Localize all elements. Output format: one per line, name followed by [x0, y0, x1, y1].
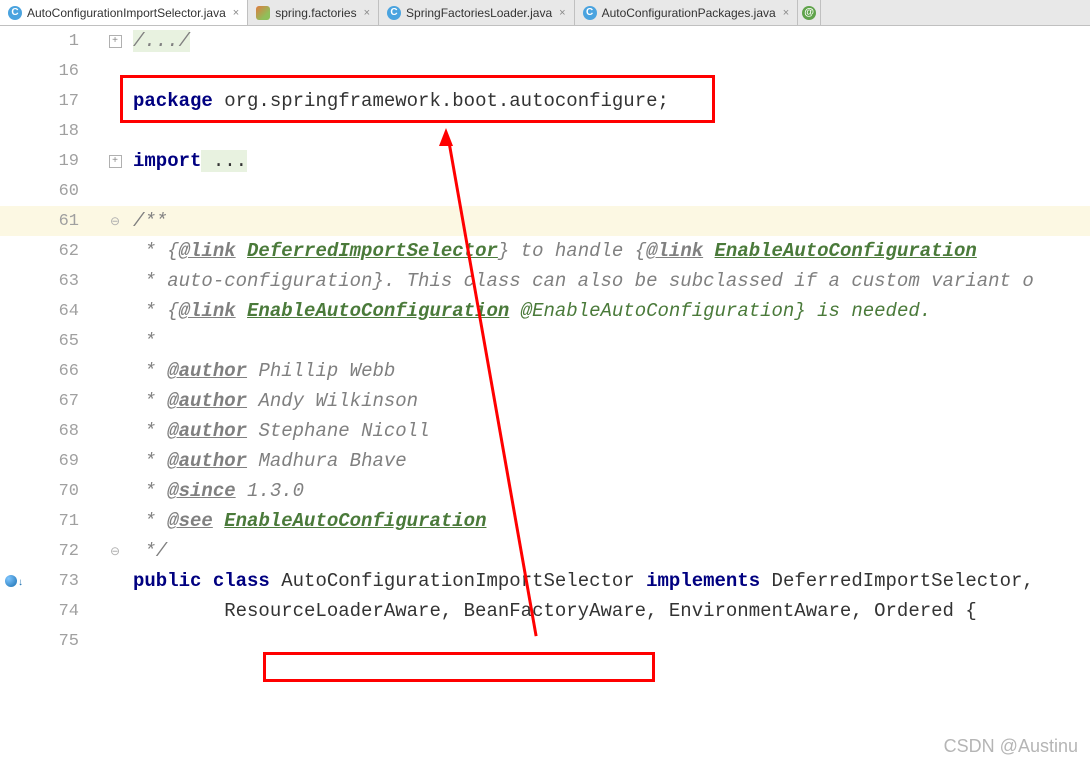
line-number: 63 — [22, 272, 97, 291]
tab-label: AutoConfigurationImportSelector.java — [27, 6, 226, 20]
code-line[interactable]: 60 — [0, 176, 1090, 206]
javadoc-author-tag: @author — [167, 390, 247, 412]
close-icon[interactable]: × — [231, 7, 239, 19]
code-line[interactable]: 71 * @see EnableAutoConfiguration — [0, 506, 1090, 536]
code-line[interactable]: 68 * @author Stephane Nicoll — [0, 416, 1090, 446]
javadoc-since-tag: @since — [167, 480, 235, 502]
fold-end-icon[interactable]: ⊖ — [108, 544, 122, 558]
package-name: org.springframework.boot.autoconfigure; — [213, 90, 669, 112]
line-number: 18 — [22, 122, 97, 141]
line-number: 73 — [22, 572, 97, 591]
javadoc-link[interactable]: EnableAutoConfiguration — [247, 300, 509, 322]
code-line[interactable]: ↓ 73 public class AutoConfigurationImpor… — [0, 566, 1090, 596]
tab-springfactoriesloader[interactable]: C SpringFactoriesLoader.java × — [379, 0, 575, 25]
code-line[interactable]: 62 * {@link DeferredImportSelector} to h… — [0, 236, 1090, 266]
fold-expand-icon[interactable]: + — [109, 35, 122, 48]
javadoc-end: */ — [133, 540, 167, 562]
javadoc-tag: @link — [179, 240, 236, 262]
class-name: AutoConfigurationImportSelector — [281, 570, 646, 592]
line-number: 1 — [22, 32, 97, 51]
code-line[interactable]: 63 * auto-configuration}. This class can… — [0, 266, 1090, 296]
line-number: 74 — [22, 602, 97, 621]
line-number: 16 — [22, 62, 97, 81]
code-line[interactable]: 61 ⊖ /** — [0, 206, 1090, 236]
code-line[interactable]: 18 — [0, 116, 1090, 146]
javadoc-tag: @link — [179, 300, 236, 322]
fold-expand-icon[interactable]: + — [109, 155, 122, 168]
close-icon[interactable]: × — [362, 7, 370, 19]
line-number: 68 — [22, 422, 97, 441]
code-editor[interactable]: 1 + /.../ 16 17 package org.springframew… — [0, 26, 1090, 763]
highlight-box-classname — [263, 652, 655, 682]
keyword-import: import — [133, 150, 201, 172]
code-line[interactable]: 69 * @author Madhura Bhave — [0, 446, 1090, 476]
line-number: 61 — [22, 212, 97, 231]
line-number: 67 — [22, 392, 97, 411]
tab-autoconfigurationpackages[interactable]: C AutoConfigurationPackages.java × — [575, 0, 799, 25]
line-number: 19 — [22, 152, 97, 171]
line-number: 69 — [22, 452, 97, 471]
javadoc-link[interactable]: EnableAutoConfiguration — [224, 510, 486, 532]
tab-spring-factories[interactable]: spring.factories × — [248, 0, 379, 25]
code-line[interactable]: 65 * — [0, 326, 1090, 356]
line-number: 62 — [22, 242, 97, 261]
fold-collapse-icon[interactable]: ⊖ — [108, 214, 122, 228]
line-number: 71 — [22, 512, 97, 531]
code-line[interactable]: 72 ⊖ */ — [0, 536, 1090, 566]
line-number: 66 — [22, 362, 97, 381]
javadoc-author-tag: @author — [167, 420, 247, 442]
tab-label: SpringFactoriesLoader.java — [406, 6, 552, 20]
code-line[interactable]: 66 * @author Phillip Webb — [0, 356, 1090, 386]
gutter-breakpoint[interactable]: ↓ — [0, 575, 22, 587]
code-line[interactable]: 67 * @author Andy Wilkinson — [0, 386, 1090, 416]
code-line[interactable]: 75 — [0, 626, 1090, 656]
code-line[interactable]: 64 * {@link EnableAutoConfiguration @Ena… — [0, 296, 1090, 326]
tab-collapsed[interactable]: @ — [798, 0, 821, 25]
editor-tabs: C AutoConfigurationImportSelector.java ×… — [0, 0, 1090, 26]
java-class-icon: C — [387, 6, 401, 20]
code-line[interactable]: 70 * @since 1.3.0 — [0, 476, 1090, 506]
javadoc-link[interactable]: EnableAutoConfiguration — [715, 240, 977, 262]
line-number: 75 — [22, 632, 97, 651]
javadoc-link[interactable]: DeferredImportSelector — [247, 240, 498, 262]
line-number: 64 — [22, 302, 97, 321]
code-line[interactable]: 17 package org.springframework.boot.auto… — [0, 86, 1090, 116]
close-icon[interactable]: × — [781, 7, 789, 19]
code-line[interactable]: 1 + /.../ — [0, 26, 1090, 56]
watermark-text: CSDN @Austinu — [944, 736, 1078, 757]
tab-autoconfigurationimportselector[interactable]: C AutoConfigurationImportSelector.java × — [0, 0, 248, 25]
close-icon[interactable]: × — [557, 7, 565, 19]
tab-label: spring.factories — [275, 6, 356, 20]
javadoc-tag: @link — [646, 240, 703, 262]
tab-label: AutoConfigurationPackages.java — [602, 6, 776, 20]
line-number: 17 — [22, 92, 97, 111]
javadoc-text: * auto-configuration}. This class can al… — [133, 270, 1034, 292]
folded-imports: ... — [201, 150, 247, 172]
folded-comment: /.../ — [133, 30, 190, 52]
code-line[interactable]: 16 — [0, 56, 1090, 86]
java-class-icon: C — [8, 6, 22, 20]
line-number: 70 — [22, 482, 97, 501]
line-number: 60 — [22, 182, 97, 201]
factories-file-icon — [256, 6, 270, 20]
code-line[interactable]: 19 + import ... — [0, 146, 1090, 176]
javadoc-author-tag: @author — [167, 450, 247, 472]
javadoc-start: /** — [133, 210, 167, 232]
run-to-line-icon[interactable]: ↓ — [5, 575, 17, 587]
java-class-icon: @ — [802, 6, 816, 20]
line-number: 72 — [22, 542, 97, 561]
code-line[interactable]: 74 ResourceLoaderAware, BeanFactoryAware… — [0, 596, 1090, 626]
javadoc-see-tag: @see — [167, 510, 213, 532]
java-class-icon: C — [583, 6, 597, 20]
implements-list: ResourceLoaderAware, BeanFactoryAware, E… — [133, 600, 977, 622]
keyword-package: package — [133, 90, 213, 112]
javadoc-author-tag: @author — [167, 360, 247, 382]
line-number: 65 — [22, 332, 97, 351]
